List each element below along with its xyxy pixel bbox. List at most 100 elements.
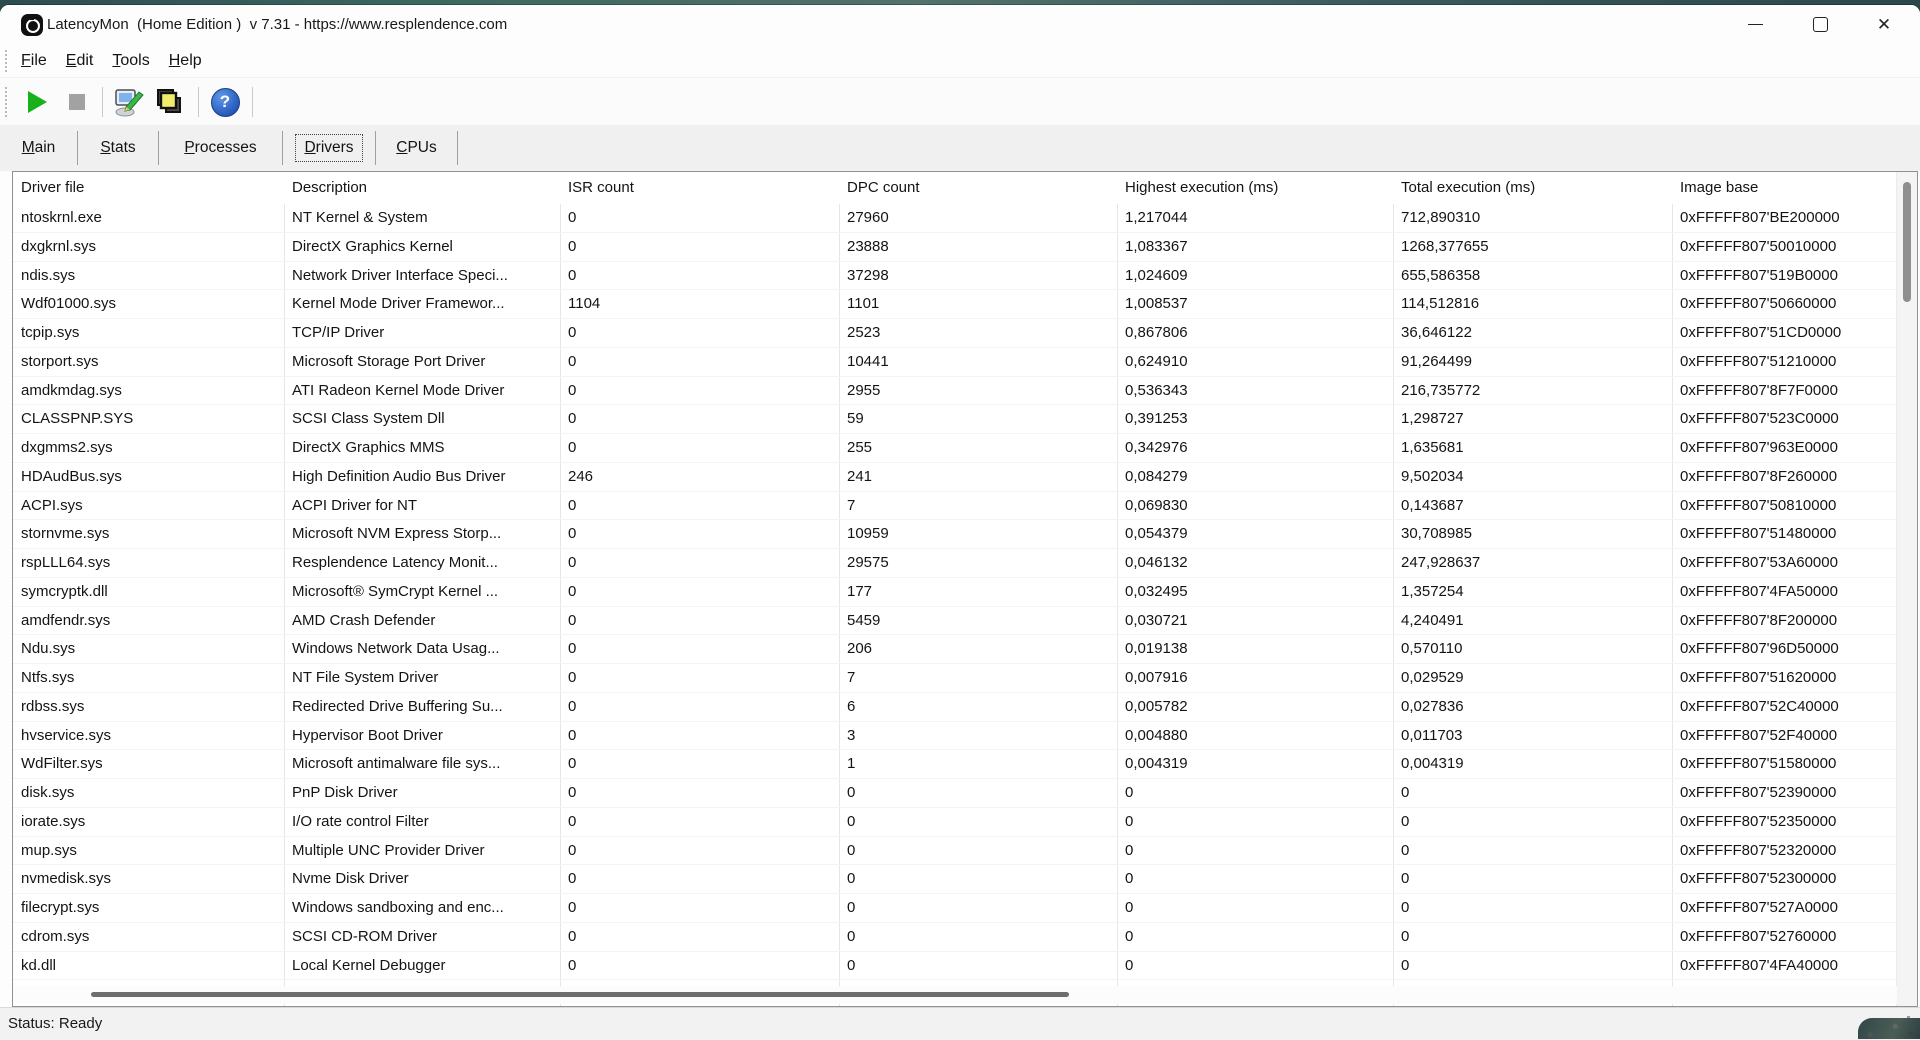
table-cell: 1104	[568, 295, 601, 313]
table-cell: 0	[568, 640, 577, 658]
table-cell: 0xFFFFF807'8F200000	[1680, 611, 1838, 629]
table-row[interactable]: dxgkrnl.sys DirectX Graphics Kernel 0 23888…	[13, 233, 1897, 262]
table-row[interactable]: tcpip.sys TCP/IP Driver 0 2523 0,867806 36,64…	[13, 319, 1897, 348]
table-cell: nvmedisk.sys	[21, 870, 112, 888]
table-row[interactable]: storport.sys Microsoft Storage Port Drive…	[13, 348, 1897, 377]
table-cell: 0	[568, 439, 577, 456]
table-cell: 1	[847, 755, 856, 773]
table-row[interactable]: amdfendr.sys AMD Crash Defender 0 5459 0,030…	[13, 607, 1897, 636]
table-cell: stornvme.sys	[21, 525, 110, 543]
table-row[interactable]: CLASSPNP.SYS SCSI Class System Dll 0 59 0,39…	[13, 405, 1897, 434]
table-cell: 1,217044	[1125, 209, 1188, 226]
table-cell: 0	[568, 381, 577, 399]
table-cell: 1101	[847, 295, 880, 313]
table-row[interactable]: symcryptk.dll Microsoft® SymCrypt Kernel …	[13, 578, 1897, 607]
vertical-scrollbar[interactable]	[1896, 172, 1917, 1006]
table-cell: 0	[568, 582, 577, 600]
table-cell: 0,005782	[1125, 697, 1188, 715]
tab-drivers[interactable]: Drivers	[283, 131, 376, 165]
table-row[interactable]: WdFilter.sys Microsoft antimalware file s…	[13, 750, 1897, 779]
help-button[interactable]: ?	[208, 86, 242, 118]
menu-help[interactable]: Help	[160, 49, 211, 73]
table-cell: crashdmp.sys	[13, 980, 284, 984]
table-row[interactable]: rspLLL64.sys Resplendence Latency Monit..…	[13, 549, 1897, 578]
table-cell: 0	[568, 841, 577, 859]
column-header[interactable]: Total execution (ms)	[1393, 172, 1672, 204]
table-cell: WdFilter.sys	[21, 755, 103, 773]
table-cell: 216,735772	[1401, 381, 1481, 399]
column-header[interactable]: Image base	[1672, 172, 1897, 204]
options-button[interactable]	[112, 86, 146, 118]
table-cell: 0	[847, 956, 856, 974]
table-cell: ndis.sys	[21, 266, 76, 284]
horizontal-scrollbar-thumb[interactable]	[91, 992, 1069, 997]
table-row[interactable]: Ndu.sys Windows Network Data Usag... 0 206 0…	[13, 635, 1897, 664]
table-cell: 0	[1393, 980, 1672, 984]
toolbar-grip[interactable]	[5, 87, 7, 117]
table-cell: Microsoft NVM Express Storp...	[292, 525, 502, 543]
copy-report-button[interactable]	[152, 86, 186, 118]
toolbar: ?	[0, 79, 1920, 126]
table-row[interactable]: crashdmp.sysCrash Dump Driver00000xFFFFF…	[13, 980, 1897, 984]
table-cell: symcryptk.dll	[21, 582, 108, 600]
menubar-grip[interactable]	[5, 50, 7, 72]
tab-stats[interactable]: Stats	[78, 131, 159, 165]
menu-file[interactable]: File	[12, 49, 56, 73]
table-row[interactable]: amdkmdag.sys ATI Radeon Kernel Mode Drive…	[13, 377, 1897, 406]
tab-processes[interactable]: Processes	[159, 131, 283, 165]
table-cell: 0xFFFFF807'52C40000	[1680, 697, 1839, 715]
table-row[interactable]: Ntfs.sys NT File System Driver 0 7 0,007916 0…	[13, 664, 1897, 693]
horizontal-scrollbar[interactable]	[13, 986, 1897, 1004]
table-row[interactable]: ntoskrnl.exe NT Kernel & System 0 27960 1,21…	[13, 204, 1897, 233]
status-bar: Status: Ready	[0, 1007, 1920, 1040]
vertical-scrollbar-thumb[interactable]	[1903, 182, 1911, 302]
table-row[interactable]: hvservice.sys Hypervisor Boot Driver 0 3 0,0…	[13, 722, 1897, 751]
driver-table-body: ntoskrnl.exe NT Kernel & System 0 27960 1,21…	[13, 204, 1897, 984]
table-row[interactable]: nvmedisk.sys Nvme Disk Driver 0 0 0 0 0xFFFFF8…	[13, 865, 1897, 894]
stop-monitor-button[interactable]	[60, 86, 94, 118]
table-cell: 0xFFFFF807'50660000	[1680, 295, 1837, 313]
table-cell: 0	[568, 496, 577, 514]
table-cell: 0	[1401, 899, 1410, 916]
table-cell: 0,342976	[1125, 439, 1188, 456]
table-row[interactable]: ACPI.sys ACPI Driver for NT 0 7 0,069830 0,14…	[13, 492, 1897, 521]
table-row[interactable]: disk.sys PnP Disk Driver 0 0 0 0 0xFFFFF807'52…	[13, 779, 1897, 808]
table-row[interactable]: kd.dll Local Kernel Debugger 0 0 0 0 0xFFFFF80…	[13, 952, 1897, 981]
table-row[interactable]: HDAudBus.sys High Definition Audio Bus Dr…	[13, 463, 1897, 492]
table-row[interactable]: cdrom.sys SCSI CD-ROM Driver 0 0 0 0 0xFFFFF80…	[13, 923, 1897, 952]
tab-cpus[interactable]: CPUs	[376, 131, 458, 165]
close-button[interactable]: ✕	[1861, 5, 1907, 44]
table-row[interactable]: Wdf01000.sys Kernel Mode Driver Framewor.…	[13, 290, 1897, 319]
play-icon	[27, 91, 47, 113]
tab-main[interactable]: Main	[0, 131, 78, 165]
table-cell: 10959	[847, 525, 889, 543]
column-header[interactable]: Driver file	[13, 172, 284, 204]
table-row[interactable]: ndis.sys Network Driver Interface Speci..…	[13, 262, 1897, 291]
table-cell: 0xFFFFF807'52320000	[1680, 841, 1837, 859]
table-cell: 0	[568, 324, 577, 341]
menu-edit[interactable]: Edit	[57, 49, 103, 73]
table-cell: 0,143687	[1401, 496, 1464, 514]
table-row[interactable]: stornvme.sys Microsoft NVM Express Storp.…	[13, 520, 1897, 549]
table-row[interactable]: mup.sys Multiple UNC Provider Driver 0 0 0 0 0…	[13, 837, 1897, 866]
table-cell: 0	[568, 209, 577, 226]
maximize-button[interactable]	[1797, 5, 1843, 44]
table-cell: 0,004319	[1125, 755, 1188, 773]
tab-stats-label: Stats	[100, 139, 136, 156]
table-cell: 0	[847, 812, 856, 830]
table-row[interactable]: dxgmms2.sys DirectX Graphics MMS 0 255 0,342…	[13, 434, 1897, 463]
table-cell: 0,019138	[1125, 640, 1188, 658]
menu-tools[interactable]: Tools	[103, 49, 158, 73]
start-monitor-button[interactable]	[20, 86, 54, 118]
column-header[interactable]: DPC count	[839, 172, 1117, 204]
column-header[interactable]: Description	[284, 172, 560, 204]
column-header[interactable]: Highest execution (ms)	[1117, 172, 1393, 204]
table-row[interactable]: filecrypt.sys Windows sandboxing and enc.…	[13, 894, 1897, 923]
table-cell: 1,357254	[1401, 582, 1464, 600]
table-cell: 246	[568, 467, 594, 485]
table-cell: 0	[847, 899, 856, 916]
table-row[interactable]: iorate.sys I/O rate control Filter 0 0 0 0 0xF…	[13, 808, 1897, 837]
column-header[interactable]: ISR count	[560, 172, 839, 204]
minimize-button[interactable]	[1732, 5, 1778, 44]
table-row[interactable]: rdbss.sys Redirected Drive Buffering Su..…	[13, 693, 1897, 722]
